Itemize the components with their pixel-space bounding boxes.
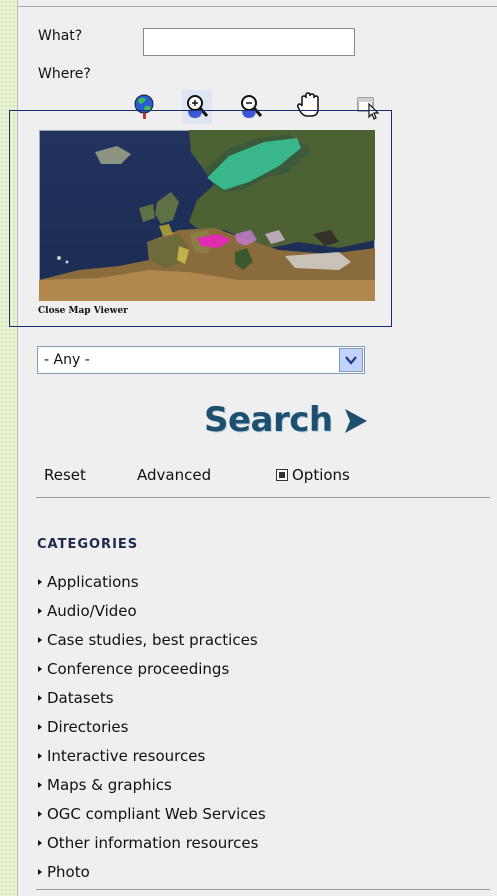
where-select[interactable]: - Any -	[37, 346, 365, 374]
bullet-arrow-icon	[38, 637, 42, 643]
where-label: Where?	[38, 66, 91, 82]
bullet-arrow-icon	[38, 724, 42, 730]
category-item[interactable]: Maps & graphics	[38, 771, 266, 800]
bullet-arrow-icon	[38, 608, 42, 614]
divider	[36, 497, 490, 498]
bullet-arrow-icon	[38, 695, 42, 701]
category-item[interactable]: Case studies, best practices	[38, 626, 266, 655]
what-input[interactable]	[143, 28, 355, 56]
category-item[interactable]: Other information resources	[38, 829, 266, 858]
europe-satellite-map[interactable]	[39, 130, 375, 301]
bullet-arrow-icon	[38, 840, 42, 846]
category-item[interactable]: Interactive resources	[38, 742, 266, 771]
where-select-value: - Any -	[44, 352, 90, 368]
category-item[interactable]: Photo	[38, 858, 266, 887]
reset-link[interactable]: Reset	[44, 466, 86, 484]
category-item[interactable]: Conference proceedings	[38, 655, 266, 684]
category-item[interactable]: Datasets	[38, 684, 266, 713]
search-button[interactable]: Search	[204, 396, 394, 444]
bullet-arrow-icon	[38, 753, 42, 759]
chevron-down-icon[interactable]	[339, 348, 363, 372]
bullet-arrow-icon	[38, 782, 42, 788]
options-label: Options	[292, 466, 350, 484]
bullet-arrow-icon	[38, 869, 42, 875]
category-item[interactable]: Directories	[38, 713, 266, 742]
categories-title: CATEGORIES	[37, 537, 139, 552]
category-item[interactable]: Applications	[38, 568, 266, 597]
bullet-arrow-icon	[38, 666, 42, 672]
categories-list: Applications Audio/Video Case studies, b…	[38, 568, 266, 887]
panel-top-border	[18, 6, 497, 7]
plus-box-icon	[276, 469, 288, 481]
advanced-link[interactable]: Advanced	[137, 466, 211, 484]
category-item[interactable]: Audio/Video	[38, 597, 266, 626]
what-label: What?	[38, 28, 83, 44]
category-item[interactable]: OGC compliant Web Services	[38, 800, 266, 829]
bullet-arrow-icon	[38, 579, 42, 585]
close-map-viewer-link[interactable]: Close Map Viewer	[38, 306, 128, 316]
search-panel: What? Where? Close Map Viewer - Any - Se…	[9, 0, 497, 896]
arrow-right-icon	[344, 409, 367, 433]
bottom-divider	[36, 889, 490, 890]
map-viewer-frame	[9, 110, 392, 327]
search-button-label: Search	[204, 400, 333, 440]
options-toggle[interactable]: Options	[276, 466, 350, 484]
bullet-arrow-icon	[38, 811, 42, 817]
